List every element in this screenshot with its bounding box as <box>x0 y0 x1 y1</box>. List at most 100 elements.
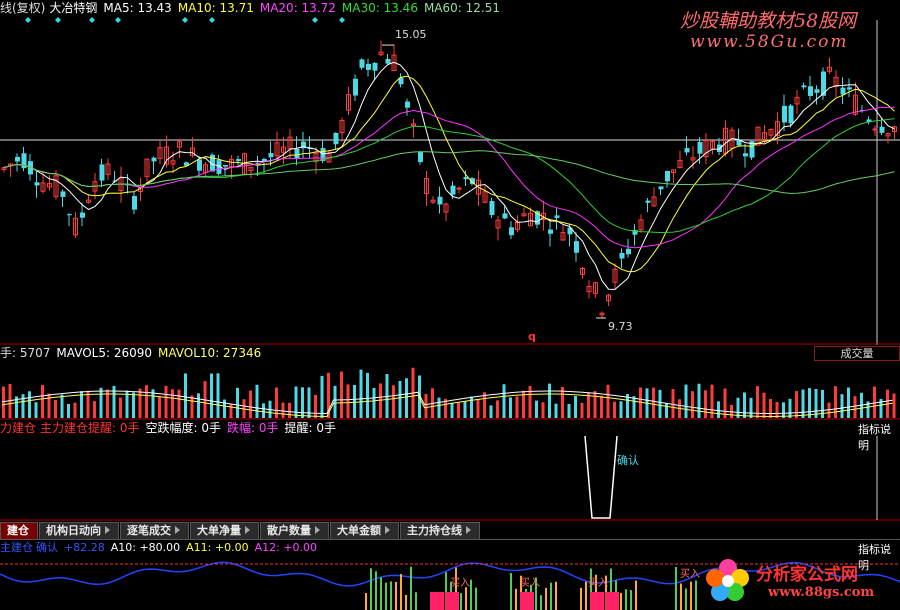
volume-bar <box>795 391 798 418</box>
volume-bar <box>834 386 837 418</box>
volume-bar <box>808 388 811 418</box>
volume-bar <box>184 373 187 418</box>
candle-body <box>80 212 85 218</box>
bottom-bar <box>550 582 552 610</box>
volume-bar <box>632 396 636 418</box>
bottom-bar <box>685 588 687 610</box>
volume-bar <box>769 398 772 418</box>
bottom-bar <box>585 581 587 610</box>
volume-bar <box>255 384 259 418</box>
ma-line <box>3 106 895 249</box>
volume-bar <box>34 402 38 418</box>
volume-bar <box>132 392 135 418</box>
bottom-bar <box>690 581 692 610</box>
volume-bar <box>606 384 610 418</box>
indicator-selector-label: 成交量 <box>840 347 874 360</box>
volume-bar <box>671 389 675 418</box>
volume-bar <box>249 390 252 418</box>
bottom-block <box>430 592 444 610</box>
candle-body <box>619 252 625 259</box>
volume-bar <box>177 389 181 418</box>
volume-bar <box>145 385 148 418</box>
tab-6[interactable]: 主力持仓线 <box>400 522 480 539</box>
diamond-icon <box>25 17 31 23</box>
indicator-name-b: 主力建仓提醒: 0手 <box>40 421 140 435</box>
tab-0-label: 建仓 <box>7 524 29 537</box>
tab-4-label: 散户数量 <box>267 524 311 537</box>
bottom-bar <box>510 572 512 610</box>
volume-bar <box>99 387 103 418</box>
volume-bar <box>697 383 701 418</box>
candle-body <box>782 105 787 123</box>
volume-bar <box>281 402 285 418</box>
tab-6-label: 主力持仓线 <box>407 524 462 537</box>
bottom-bar <box>675 567 677 610</box>
tab-5[interactable]: 大单金额 <box>330 522 399 539</box>
volume-bar <box>600 395 603 418</box>
volume-bar <box>567 403 571 418</box>
tab-2[interactable]: 逐笔成交 <box>120 522 189 539</box>
candle-body <box>684 148 690 153</box>
volume-bar <box>353 384 356 418</box>
tab-1[interactable]: 机构日动向 <box>39 522 119 539</box>
candle-body <box>808 86 813 96</box>
volume-bar <box>60 394 64 418</box>
indicator-selector[interactable]: 成交量 <box>814 346 900 361</box>
volume-bar <box>301 387 304 418</box>
diamond-icon <box>312 17 318 23</box>
bottom-bar <box>630 590 632 610</box>
tab-3[interactable]: 大单净量 <box>190 522 259 539</box>
candle-body <box>502 213 508 219</box>
bottom-bar <box>385 582 387 610</box>
candle-body <box>548 229 553 234</box>
tab-0[interactable]: 建仓 <box>0 522 38 539</box>
mavol10-value: MAVOL10: 27346 <box>158 346 262 360</box>
volume-bar <box>333 385 337 418</box>
candle-body <box>67 214 72 216</box>
candle-body <box>197 159 202 171</box>
bottom-bar <box>470 579 472 610</box>
candle-body <box>405 101 410 108</box>
bottom-a12: A12: +0.00 <box>254 541 318 554</box>
diamond-icon <box>339 17 345 23</box>
volume-bar <box>613 401 616 418</box>
tab-4[interactable]: 散户数量 <box>260 522 329 539</box>
volume-bar <box>704 390 707 418</box>
watermark-top-title: 炒股輔助教材58股网 <box>680 10 857 32</box>
watermark-top-url: www.58Gu.com <box>690 32 849 52</box>
candle-body <box>665 170 670 182</box>
bottom-bar <box>460 593 462 610</box>
high-price-label: 15.05 <box>395 28 427 41</box>
volume-bar <box>171 389 174 418</box>
candle-body <box>456 187 462 190</box>
tab-arrow-icon <box>385 526 390 534</box>
volume-bar <box>509 397 512 418</box>
tab-2-label: 逐笔成交 <box>127 524 171 537</box>
indicator-name-c: 空跌幅度: 0手 <box>145 421 222 435</box>
volume-bar <box>723 388 727 418</box>
bottom-bar <box>465 587 467 610</box>
candle-body <box>366 63 371 70</box>
candle-body <box>697 142 703 154</box>
bottom-value-c: +82.28 <box>64 541 105 554</box>
volume-bar <box>743 392 746 418</box>
buy-mark-4: 买入 <box>680 569 700 580</box>
candle-body <box>15 156 20 162</box>
volume-bar <box>41 385 44 418</box>
volume-chart <box>0 367 900 420</box>
diamond-icon <box>115 17 121 23</box>
watermark-bottom-title: 分析家公式网 <box>756 565 858 585</box>
volume-bar <box>840 394 844 418</box>
buy-mark-1: 买入 <box>450 578 470 589</box>
bottom-bar <box>370 568 372 610</box>
indicator-legend: 力建仓 主力建仓提醒: 0手 空跌幅度: 0手 跌幅: 0手 提醒: 0手 <box>0 420 900 436</box>
volume-bar <box>873 386 876 418</box>
candle-body <box>743 153 748 157</box>
candle-body <box>353 78 358 96</box>
volume-bar <box>574 396 577 418</box>
indicator-name-a: 力建仓 <box>0 421 37 435</box>
volume-bar <box>320 375 324 418</box>
ma-line <box>3 61 895 290</box>
volume-bar <box>587 392 590 418</box>
candle-body <box>99 164 105 181</box>
